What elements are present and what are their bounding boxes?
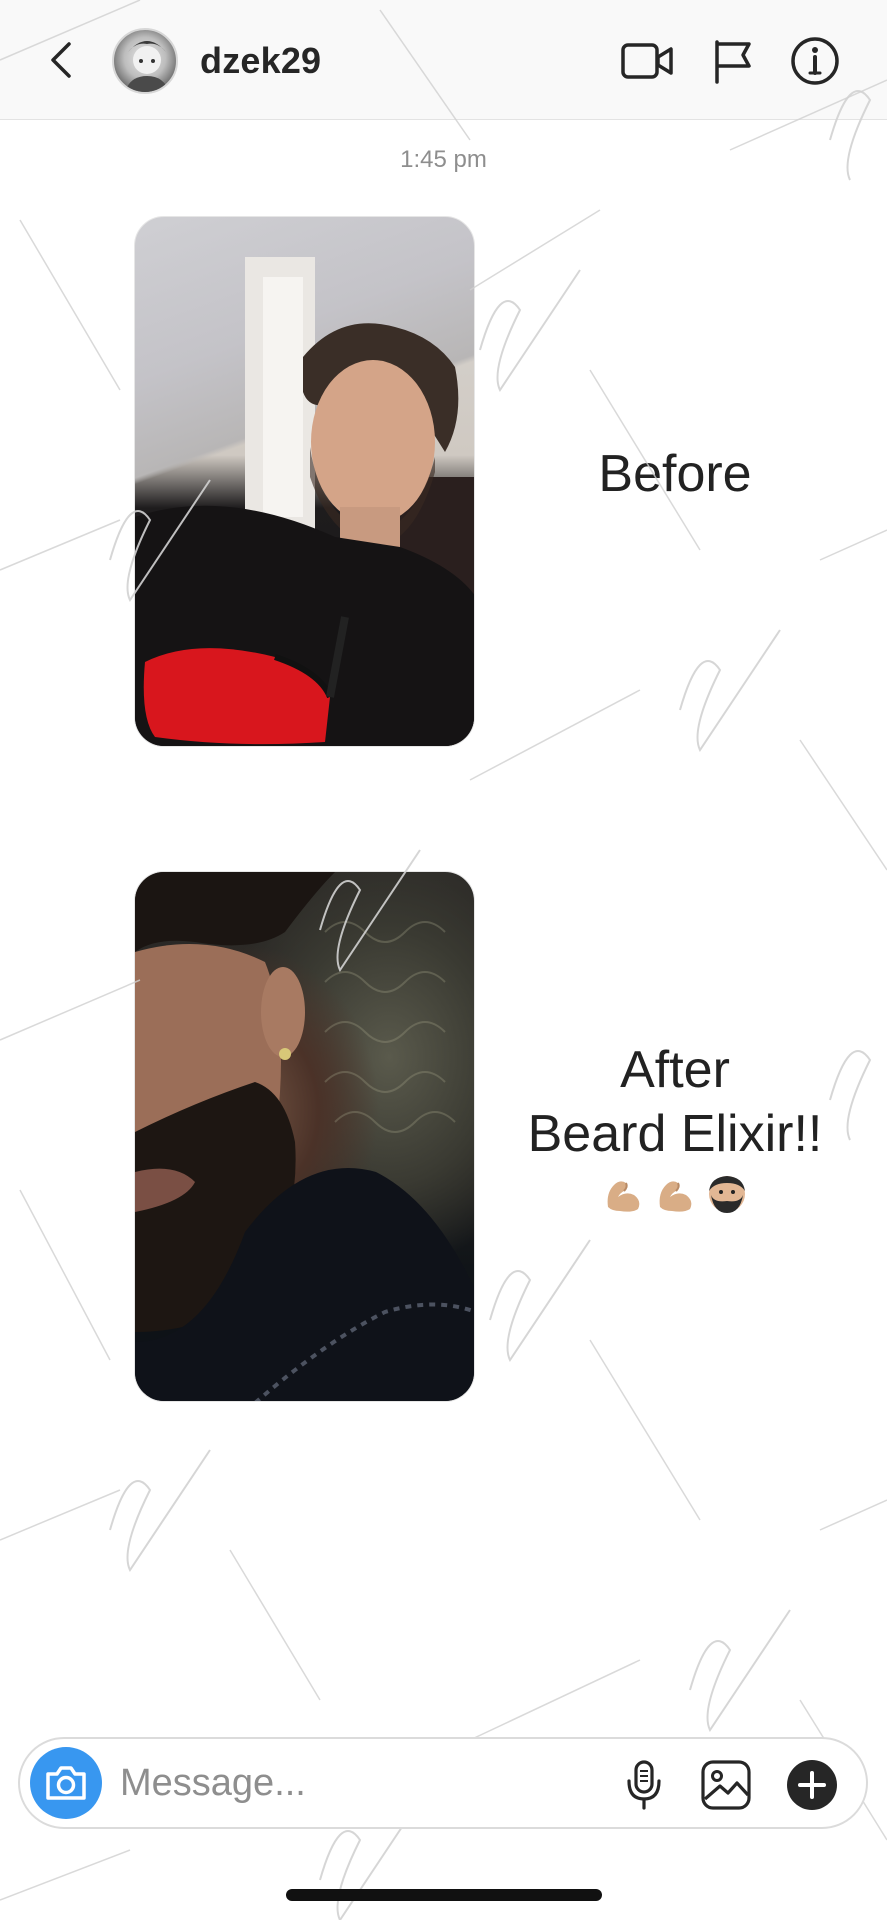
home-indicator[interactable] [286, 1889, 602, 1901]
report-button[interactable] [706, 36, 760, 86]
chat-username[interactable]: dzek29 [200, 40, 321, 82]
chat-header: dzek29 [0, 0, 887, 120]
info-button[interactable] [788, 36, 842, 86]
plus-circle-icon [787, 1760, 837, 1810]
caption-emoji-row [505, 1172, 845, 1216]
message-timestamp: 1:45 pm [400, 146, 487, 173]
chevron-left-icon [51, 42, 71, 78]
bearded-man-icon [705, 1172, 749, 1216]
message-input[interactable] [120, 1753, 520, 1813]
back-button[interactable] [40, 38, 84, 82]
camera-button[interactable] [30, 1747, 102, 1819]
flexed-biceps-icon [653, 1172, 697, 1216]
video-camera-icon [621, 43, 673, 79]
caption-after-line-2: Beard Elixir!! [527, 1105, 823, 1163]
video-call-button[interactable] [620, 36, 674, 86]
message-composer [18, 1737, 868, 1829]
avatar[interactable] [112, 28, 178, 94]
voice-message-button[interactable] [614, 1755, 674, 1815]
gallery-icon [701, 1760, 751, 1810]
info-icon [791, 37, 839, 85]
caption-after: After Beard Elixir!! [505, 1038, 845, 1216]
more-options-button[interactable] [782, 1755, 842, 1815]
flexed-biceps-icon [601, 1172, 645, 1216]
caption-after-line-1: After [620, 1041, 730, 1099]
microphone-icon [627, 1760, 661, 1810]
caption-before: Before [598, 445, 752, 503]
chat-screen: dzek29 1:45 pm Before After Beard Elixir… [0, 0, 887, 1920]
photo-message-before[interactable] [134, 216, 475, 747]
gallery-button[interactable] [696, 1755, 756, 1815]
flag-icon [715, 40, 751, 84]
camera-icon [46, 1766, 86, 1800]
photo-message-after[interactable] [134, 871, 475, 1402]
